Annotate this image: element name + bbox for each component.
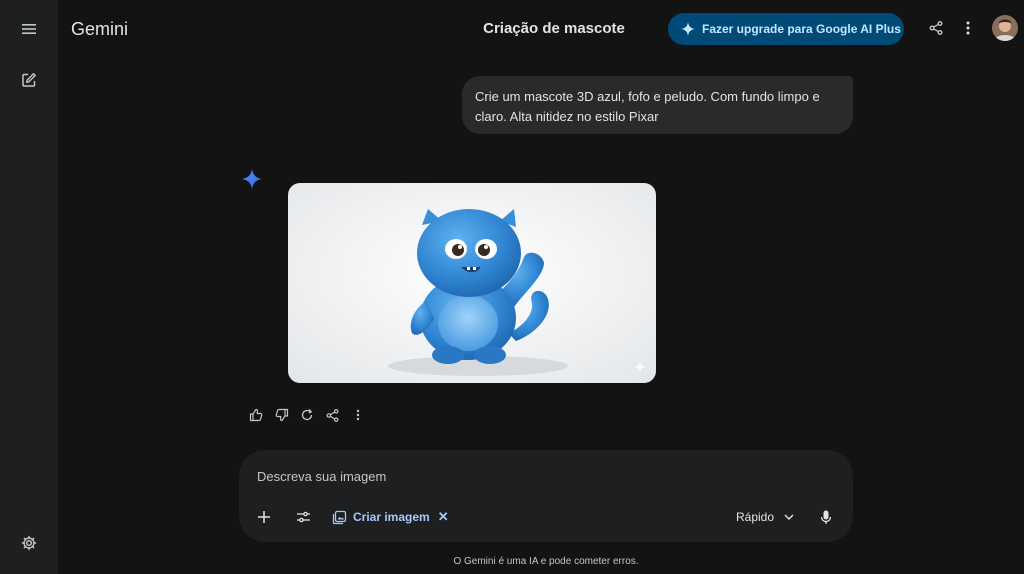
more-options-button[interactable] bbox=[956, 16, 980, 40]
image-create-icon bbox=[332, 510, 347, 525]
menu-icon bbox=[22, 23, 36, 35]
regenerate-button[interactable] bbox=[297, 405, 317, 425]
mode-label: Rápido bbox=[736, 510, 775, 524]
avatar[interactable] bbox=[992, 15, 1018, 41]
new-chat-button[interactable] bbox=[14, 65, 44, 95]
more-vert-icon bbox=[966, 21, 970, 35]
settings-button[interactable] bbox=[14, 528, 44, 558]
sidebar bbox=[0, 0, 58, 574]
prompt-composer: Criar imagem ✕ Rápido bbox=[239, 450, 853, 542]
app-title[interactable]: Gemini bbox=[71, 19, 128, 40]
microphone-icon bbox=[820, 510, 832, 525]
plus-icon bbox=[257, 510, 271, 524]
menu-button[interactable] bbox=[14, 14, 44, 44]
top-bar: Gemini Criação de mascote Fazer upgrade … bbox=[58, 0, 1024, 58]
tune-icon bbox=[296, 510, 311, 524]
microphone-button[interactable] bbox=[820, 506, 832, 528]
upgrade-button[interactable]: Fazer upgrade para Google AI Plus bbox=[668, 13, 904, 45]
regenerate-icon bbox=[300, 408, 314, 422]
user-message: Crie um mascote 3D azul, fofo e peludo. … bbox=[462, 76, 853, 134]
mode-selector[interactable]: Rápido bbox=[736, 507, 794, 527]
tool-chip-label[interactable]: Criar imagem bbox=[353, 510, 430, 524]
tool-chip-create-image: Criar imagem ✕ bbox=[332, 507, 449, 527]
sparkle-icon bbox=[681, 22, 695, 36]
add-button[interactable] bbox=[257, 506, 271, 528]
more-vert-icon bbox=[356, 409, 360, 421]
chat-title: Criação de mascote bbox=[483, 20, 625, 37]
gemini-spark-icon bbox=[242, 169, 262, 189]
more-response-options-button[interactable] bbox=[348, 405, 368, 425]
thumb-down-button[interactable] bbox=[272, 405, 292, 425]
generated-image[interactable] bbox=[288, 183, 656, 383]
share-icon bbox=[326, 408, 339, 422]
disclaimer: O Gemini é uma IA e pode cometer erros. bbox=[453, 556, 639, 567]
settings-icon bbox=[21, 535, 37, 551]
thumb-up-icon bbox=[249, 408, 263, 422]
share-response-button[interactable] bbox=[322, 405, 342, 425]
tools-button[interactable] bbox=[296, 506, 311, 528]
thumb-up-button[interactable] bbox=[246, 405, 266, 425]
share-icon bbox=[929, 21, 943, 35]
thumb-down-icon bbox=[275, 408, 289, 422]
upgrade-label: Fazer upgrade para Google AI Plus bbox=[702, 22, 901, 36]
chevron-down-icon bbox=[784, 514, 794, 520]
prompt-input[interactable] bbox=[257, 466, 817, 486]
new-chat-icon bbox=[21, 72, 37, 88]
share-button[interactable] bbox=[924, 16, 948, 40]
close-icon[interactable]: ✕ bbox=[438, 509, 449, 525]
